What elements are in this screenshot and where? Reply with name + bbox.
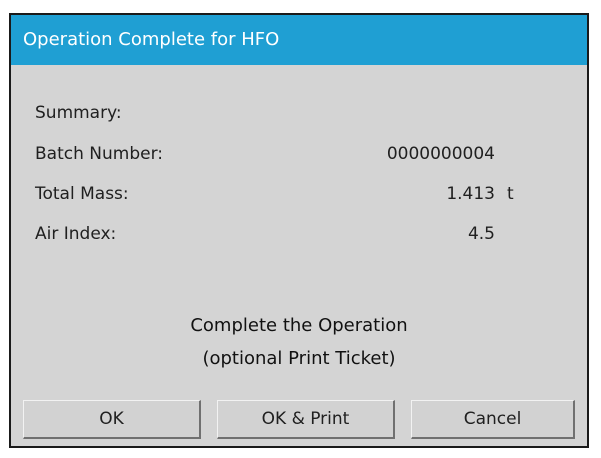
ok-print-button[interactable]: OK & Print xyxy=(217,400,395,439)
ok-button[interactable]: OK xyxy=(23,400,201,439)
air-index-value: 4.5 xyxy=(467,224,495,244)
operation-complete-dialog: Operation Complete for HFO Summary: Batc… xyxy=(9,13,589,448)
total-mass-value: 1.413 xyxy=(446,184,495,204)
dialog-title: Operation Complete for HFO xyxy=(11,15,587,65)
total-mass-row: Total Mass: 1.413 t xyxy=(35,184,555,212)
complete-message: Complete the Operation xyxy=(190,315,408,336)
summary-label: Summary: xyxy=(35,103,122,123)
total-mass-label: Total Mass: xyxy=(35,184,129,204)
cancel-button[interactable]: Cancel xyxy=(411,400,575,439)
total-mass-unit: t xyxy=(507,184,514,204)
batch-number-row: Batch Number: 0000000004 xyxy=(35,144,555,172)
batch-number-label: Batch Number: xyxy=(35,144,163,164)
batch-number-value: 0000000004 xyxy=(386,144,495,164)
air-index-label: Air Index: xyxy=(35,224,117,244)
air-index-row: Air Index: 4.5 xyxy=(35,224,555,252)
print-ticket-message: (optional Print Ticket) xyxy=(202,348,396,369)
